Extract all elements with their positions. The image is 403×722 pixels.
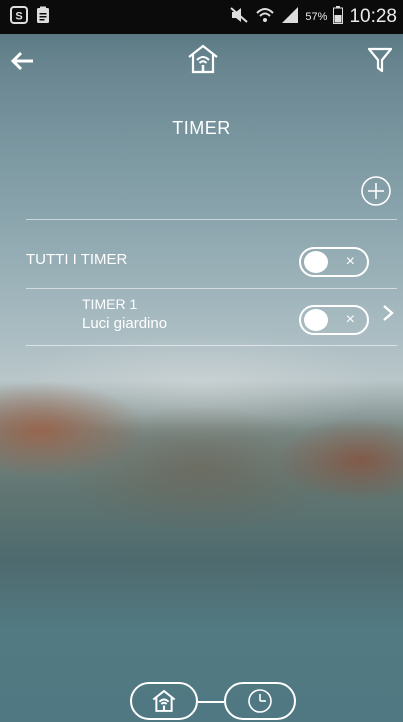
mute-icon [229, 6, 249, 29]
clipboard-notification-icon [36, 6, 50, 29]
divider [26, 219, 397, 220]
app-bar [0, 34, 403, 90]
divider [26, 345, 397, 346]
clock-time: 10:28 [349, 6, 397, 27]
battery-percent: 57% [305, 11, 328, 23]
nav-clock-button[interactable] [224, 682, 296, 720]
chevron-right-icon [383, 305, 394, 321]
home-wifi-icon [186, 42, 220, 76]
plus-circle-icon [361, 176, 391, 206]
filter-button[interactable] [367, 46, 393, 74]
bottom-nav [130, 682, 300, 722]
close-icon: × [345, 253, 355, 270]
blurred-background [0, 0, 403, 722]
add-timer-button[interactable] [360, 175, 392, 207]
skype-notification-icon: S [10, 5, 28, 29]
timer-toggle[interactable]: × [299, 305, 369, 335]
arrow-left-icon [10, 51, 33, 71]
funnel-icon [367, 47, 393, 73]
home-wifi-icon [152, 689, 176, 712]
divider [26, 288, 397, 289]
toggle-knob [304, 309, 328, 331]
battery-icon [333, 5, 344, 29]
status-bar: S 57% 10:28 [0, 0, 403, 34]
nav-home-button[interactable] [130, 682, 198, 720]
timer-detail-button[interactable] [381, 303, 395, 323]
timer-name: TIMER 1 [82, 296, 138, 312]
timer-description: Luci giardino [82, 315, 168, 332]
toggle-knob [304, 251, 328, 273]
back-button[interactable] [8, 46, 38, 76]
clock-icon [248, 689, 272, 713]
svg-text:S: S [15, 10, 22, 22]
nav-connector [198, 701, 224, 703]
signal-icon [281, 6, 299, 29]
close-icon: × [345, 311, 355, 328]
all-timers-label: TUTTI I TIMER [26, 251, 128, 268]
wifi-icon [255, 6, 275, 29]
page-title: TIMER [172, 118, 231, 138]
all-timers-toggle[interactable]: × [299, 247, 369, 277]
